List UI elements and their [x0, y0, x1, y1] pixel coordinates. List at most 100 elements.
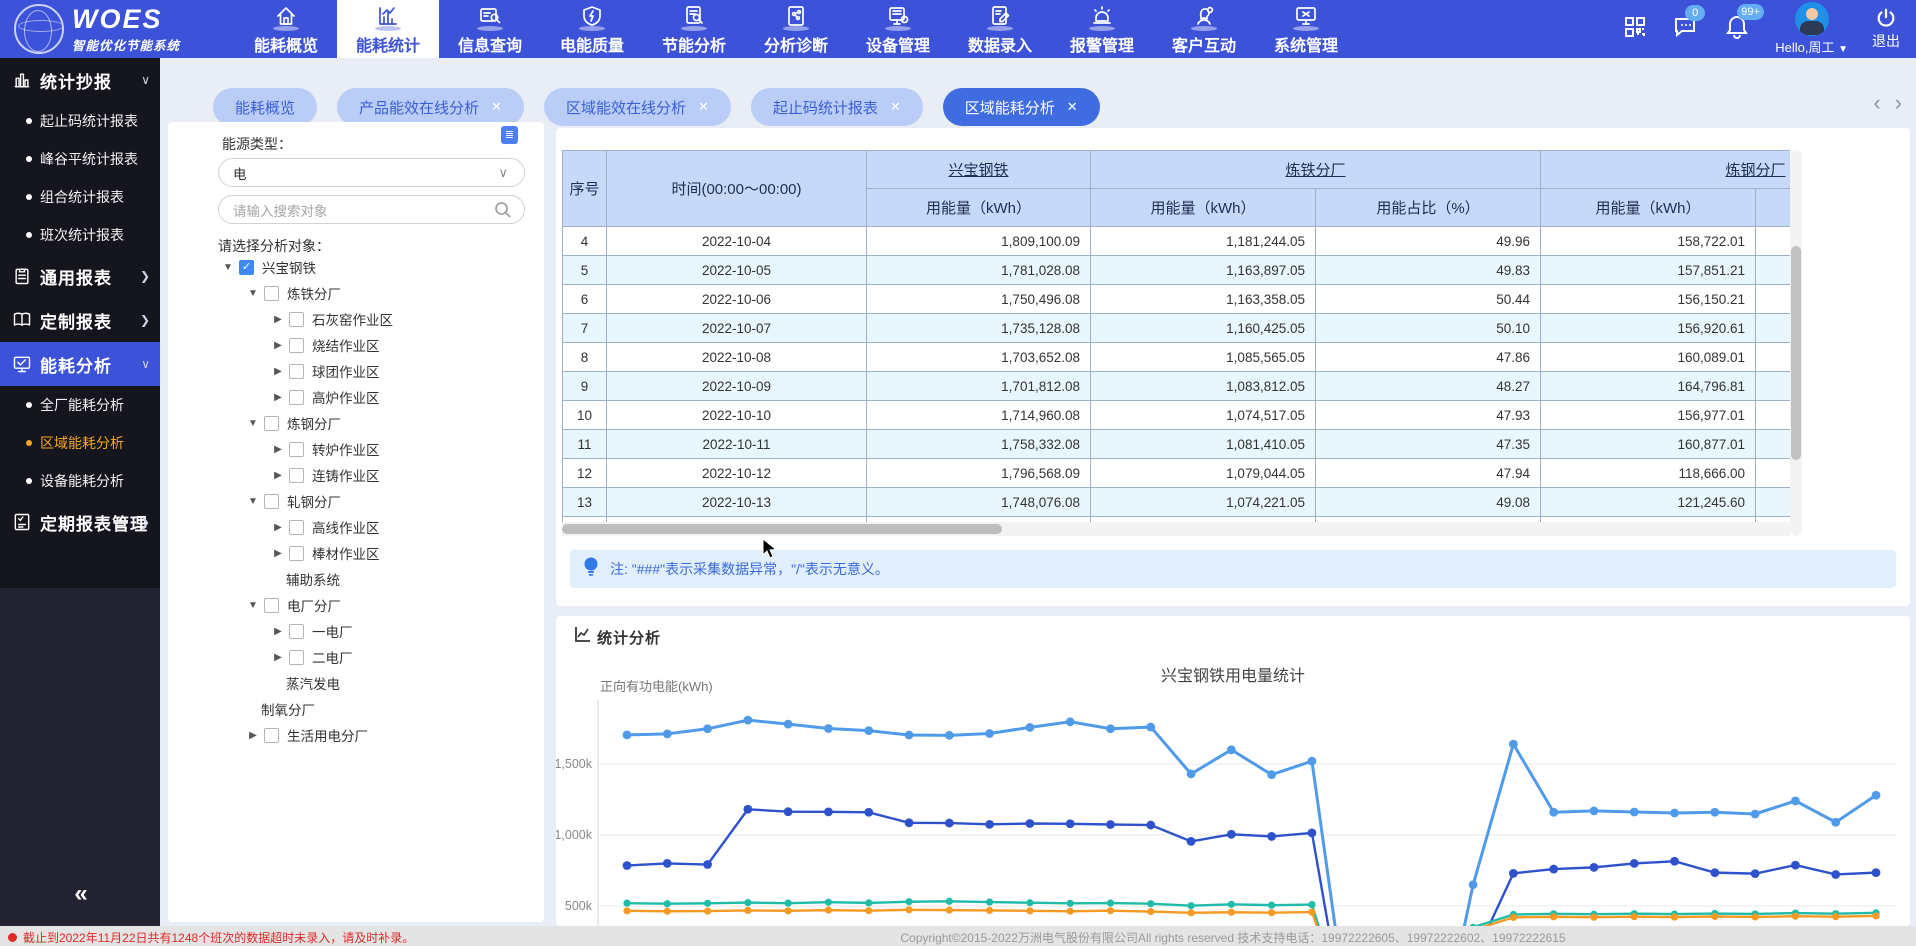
group-header-2[interactable]: 炼铁分厂: [1091, 151, 1541, 189]
tab-close-icon[interactable]: ✕: [491, 99, 502, 115]
tree-node-5[interactable]: ▶球团作业区: [168, 358, 544, 384]
tab-scroll-right-icon[interactable]: ›: [1895, 92, 1902, 114]
alerts-bell-icon[interactable]: 99+: [1725, 14, 1749, 45]
tab-5[interactable]: 区域能耗分析✕: [943, 88, 1100, 126]
tree-node-10[interactable]: ▼轧钢分厂: [168, 488, 544, 514]
tree-checkbox[interactable]: [289, 390, 304, 405]
sidebar-section-7[interactable]: 定制报表❯: [0, 298, 160, 342]
tree-checkbox[interactable]: [264, 286, 279, 301]
table-vertical-scrollbar[interactable]: [1790, 150, 1802, 536]
sidebar-section-8[interactable]: 能耗分析∨: [0, 342, 160, 386]
expander-right-icon[interactable]: ▶: [272, 470, 284, 481]
energy-type-select[interactable]: 电 ∨: [218, 158, 525, 187]
tree-node-3[interactable]: ▶石灰窑作业区: [168, 306, 544, 332]
qrcode-icon[interactable]: [1623, 15, 1647, 44]
nav-item-10[interactable]: 客户互动: [1153, 0, 1255, 58]
tab-close-icon[interactable]: ✕: [1067, 99, 1078, 115]
nav-item-1[interactable]: 能耗概览: [235, 0, 337, 58]
tree-node-19[interactable]: ▶生活用电分厂: [168, 722, 544, 748]
tree-node-14[interactable]: ▼电厂分厂: [168, 592, 544, 618]
tree-checkbox[interactable]: [289, 338, 304, 353]
expander-right-icon[interactable]: ▶: [272, 314, 284, 325]
expander-right-icon[interactable]: ▶: [272, 652, 284, 663]
tree-node-1[interactable]: ▼兴宝钢铁: [168, 254, 544, 280]
tree-checkbox[interactable]: [264, 416, 279, 431]
search-input[interactable]: 请输入搜索对象: [218, 195, 525, 224]
sidebar-item-2[interactable]: 起止码统计报表: [0, 102, 160, 140]
tree-node-4[interactable]: ▶烧结作业区: [168, 332, 544, 358]
tree-node-13[interactable]: 辅助系统: [168, 566, 544, 592]
tab-close-icon[interactable]: ✕: [890, 99, 901, 115]
tree-checkbox[interactable]: [289, 650, 304, 665]
sidebar-section-12[interactable]: 定期报表管理❯: [0, 500, 160, 544]
tree-checkbox[interactable]: [289, 468, 304, 483]
tree-checkbox[interactable]: [264, 494, 279, 509]
expander-down-icon[interactable]: ▼: [247, 600, 259, 611]
tree-checkbox[interactable]: [264, 728, 279, 743]
expander-down-icon[interactable]: ▼: [247, 418, 259, 429]
tree-node-12[interactable]: ▶棒材作业区: [168, 540, 544, 566]
expander-down-icon[interactable]: ▼: [247, 496, 259, 507]
tree-checkbox[interactable]: [239, 260, 254, 275]
expander-down-icon[interactable]: ▼: [247, 288, 259, 299]
line-chart[interactable]: 500k1,000k1,500k: [556, 616, 1910, 926]
tree-node-7[interactable]: ▼炼钢分厂: [168, 410, 544, 436]
sidebar-item-11[interactable]: 设备能耗分析: [0, 462, 160, 500]
nav-item-5[interactable]: 节能分析: [643, 0, 745, 58]
tree-checkbox[interactable]: [289, 546, 304, 561]
nav-item-4[interactable]: 电能质量: [541, 0, 643, 58]
logout-button[interactable]: 退出: [1872, 7, 1900, 51]
search-icon[interactable]: [494, 201, 512, 222]
tree-checkbox[interactable]: [289, 624, 304, 639]
expander-right-icon[interactable]: ▶: [272, 522, 284, 533]
nav-item-2[interactable]: 能耗统计: [337, 0, 439, 58]
tab-close-icon[interactable]: ✕: [698, 99, 709, 115]
tree-node-16[interactable]: ▶二电厂: [168, 644, 544, 670]
expander-right-icon[interactable]: ▶: [272, 392, 284, 403]
tree-checkbox[interactable]: [289, 364, 304, 379]
sidebar-item-5[interactable]: 班次统计报表: [0, 216, 160, 254]
tree-checkbox[interactable]: [289, 442, 304, 457]
tree-node-8[interactable]: ▶转炉作业区: [168, 436, 544, 462]
table-horizontal-scrollbar[interactable]: [562, 522, 1790, 536]
sidebar-collapse-button[interactable]: «: [0, 880, 160, 908]
tab-2[interactable]: 产品能效在线分析✕: [337, 88, 524, 126]
group-header-1[interactable]: 兴宝钢铁: [867, 151, 1091, 189]
expander-right-icon[interactable]: ▶: [272, 444, 284, 455]
tree-checkbox[interactable]: [289, 312, 304, 327]
expander-right-icon[interactable]: ▶: [272, 340, 284, 351]
panel-collapse-icon[interactable]: ≣: [501, 126, 518, 144]
tree-node-11[interactable]: ▶高线作业区: [168, 514, 544, 540]
sidebar-item-4[interactable]: 组合统计报表: [0, 178, 160, 216]
nav-item-11[interactable]: 系统管理: [1255, 0, 1357, 58]
sidebar-item-10[interactable]: 区域能耗分析: [0, 424, 160, 462]
user-menu[interactable]: Hello,周工 ▼: [1775, 2, 1848, 56]
tab-scroll-left-icon[interactable]: ‹: [1873, 92, 1880, 114]
tab-4[interactable]: 起止码统计报表✕: [751, 88, 923, 126]
nav-item-6[interactable]: 分析诊断: [745, 0, 847, 58]
tree-node-9[interactable]: ▶连铸作业区: [168, 462, 544, 488]
messages-icon[interactable]: 0: [1673, 15, 1699, 44]
sidebar-item-9[interactable]: 全厂能耗分析: [0, 386, 160, 424]
nav-item-3[interactable]: 信息查询: [439, 0, 541, 58]
expander-right-icon[interactable]: ▶: [272, 626, 284, 637]
sidebar-section-6[interactable]: 通用报表❯: [0, 254, 160, 298]
tree-node-2[interactable]: ▼炼铁分厂: [168, 280, 544, 306]
nav-item-7[interactable]: 设备管理: [847, 0, 949, 58]
tab-1[interactable]: 能耗概览: [213, 88, 317, 126]
tab-3[interactable]: 区域能效在线分析✕: [544, 88, 731, 126]
tree-checkbox[interactable]: [264, 598, 279, 613]
expander-right-icon[interactable]: ▶: [272, 548, 284, 559]
tree-node-17[interactable]: 蒸汽发电: [168, 670, 544, 696]
sidebar-section-1[interactable]: 统计抄报∨: [0, 58, 160, 102]
expander-right-icon[interactable]: ▶: [247, 730, 259, 741]
expander-down-icon[interactable]: ▼: [222, 262, 234, 273]
expander-right-icon[interactable]: ▶: [272, 366, 284, 377]
sidebar-item-3[interactable]: 峰谷平统计报表: [0, 140, 160, 178]
tree-node-15[interactable]: ▶一电厂: [168, 618, 544, 644]
group-header-3[interactable]: 炼钢分厂: [1541, 151, 1790, 189]
tree-node-6[interactable]: ▶高炉作业区: [168, 384, 544, 410]
nav-item-9[interactable]: 报警管理: [1051, 0, 1153, 58]
tree-checkbox[interactable]: [289, 520, 304, 535]
tree-node-18[interactable]: 制氧分厂: [168, 696, 544, 722]
